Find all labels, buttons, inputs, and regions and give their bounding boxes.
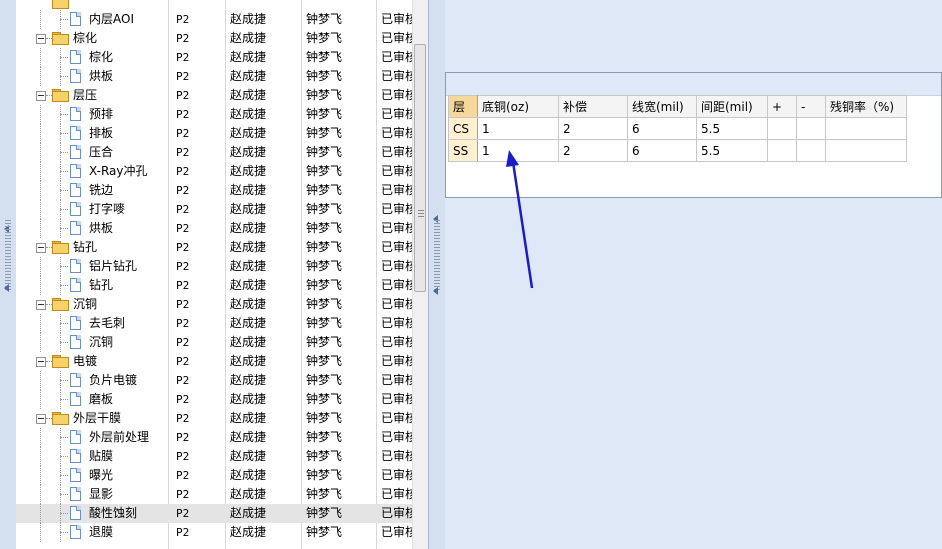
annotation-arrow-line [511, 161, 534, 289]
annotation-arrow-head-icon [506, 150, 519, 167]
annotation-arrow-overlay [506, 150, 534, 289]
